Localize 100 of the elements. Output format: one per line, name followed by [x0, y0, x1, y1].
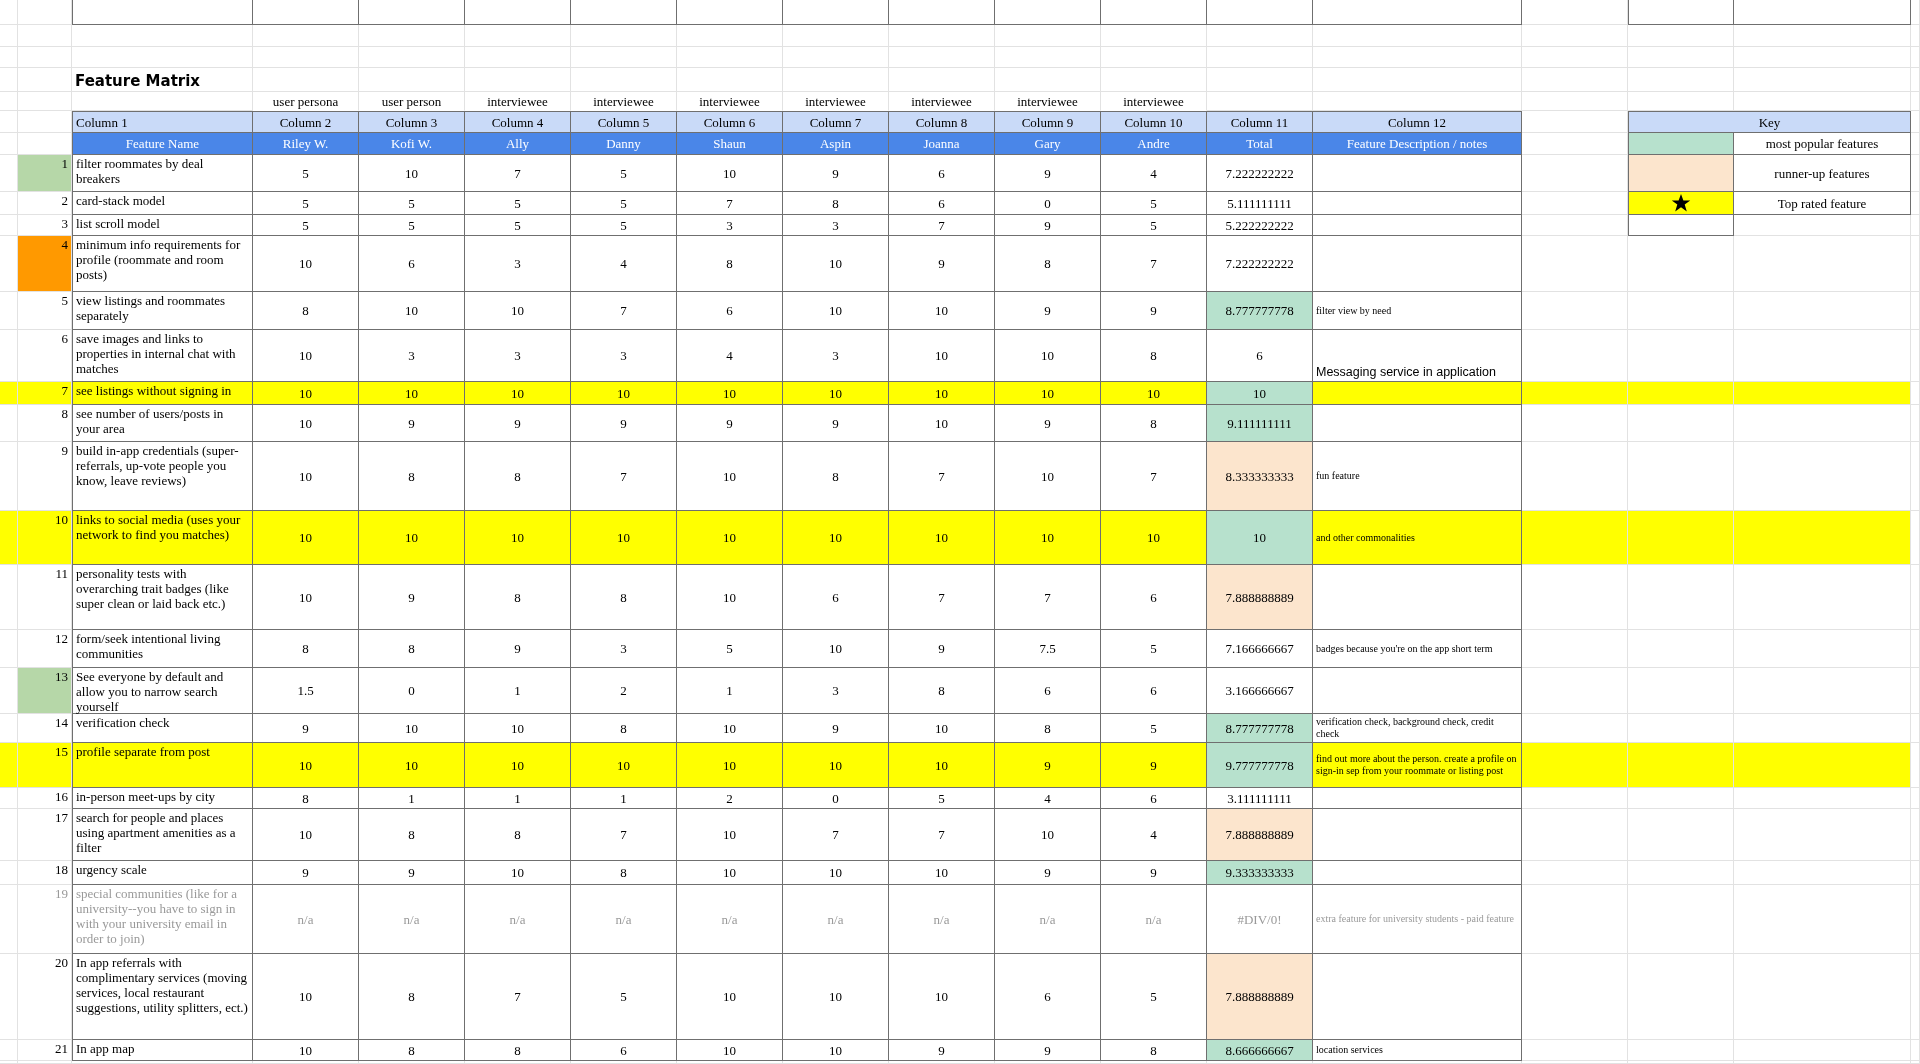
empty-cell: [1911, 330, 1920, 382]
score-cell: 5: [677, 630, 783, 668]
score-cell: 9: [783, 155, 889, 192]
score-cell: 10: [677, 861, 783, 885]
score-cell: n/a: [889, 885, 995, 954]
score-cell: 10: [889, 405, 995, 442]
score-cell: 6: [571, 1040, 677, 1061]
column-header: Column 10: [1101, 111, 1207, 133]
score-cell: 10: [783, 292, 889, 330]
column-header: Column 11: [1207, 111, 1313, 133]
score-cell: 10: [253, 565, 359, 630]
field-header: Joanna: [889, 133, 995, 155]
empty-cell: [1911, 565, 1920, 630]
empty-cell: [1911, 511, 1920, 565]
score-cell: 10: [677, 743, 783, 788]
score-cell: 10: [359, 155, 465, 192]
score-cell: 4: [571, 236, 677, 292]
score-cell: n/a: [253, 885, 359, 954]
empty-cell: [0, 25, 18, 47]
score-cell: 10: [677, 565, 783, 630]
score-cell: 8: [783, 192, 889, 215]
score-cell: 5: [1101, 630, 1207, 668]
score-cell: 4: [1101, 155, 1207, 192]
score-cell: 7.5: [995, 630, 1101, 668]
score-cell: 10: [889, 511, 995, 565]
score-cell: 10: [253, 382, 359, 405]
column-header: Column 6: [677, 111, 783, 133]
empty-cell: [1911, 236, 1920, 292]
score-cell: 5: [571, 155, 677, 192]
score-cell: 10: [1101, 382, 1207, 405]
score-cell: n/a: [465, 885, 571, 954]
score-cell: 8: [359, 1040, 465, 1061]
score-cell: 6: [677, 292, 783, 330]
row-number: 4: [18, 236, 72, 292]
score-cell: 10: [995, 511, 1101, 565]
score-cell: 5: [253, 215, 359, 236]
row-number: 8: [18, 405, 72, 442]
score-cell: 10: [783, 861, 889, 885]
feature-name-cell: see number of users/posts in your area: [72, 405, 253, 442]
empty-cell: [18, 25, 72, 47]
score-cell: 8: [995, 236, 1101, 292]
row-number: 13: [18, 668, 72, 714]
total-cell: 7.166666667: [1207, 630, 1313, 668]
sheet-title: Feature Matrix: [72, 68, 253, 92]
feature-name-cell: urgency scale: [72, 861, 253, 885]
feature-name-cell: view listings and roommates separately: [72, 292, 253, 330]
row-number: 17: [18, 809, 72, 861]
column-header: Column 5: [571, 111, 677, 133]
score-cell: 9: [783, 405, 889, 442]
total-cell: 7.888888889: [1207, 954, 1313, 1040]
score-cell: 7: [889, 809, 995, 861]
empty-cell: [1911, 885, 1920, 954]
row-number: 5: [18, 292, 72, 330]
feature-name-cell: search for people and places using apartment amenities as a filter: [72, 809, 253, 861]
empty-cell: [0, 92, 18, 111]
score-cell: 10: [359, 511, 465, 565]
feature-name-cell: profile separate from post: [72, 743, 253, 788]
score-cell: 0: [783, 788, 889, 809]
field-header: Gary: [995, 133, 1101, 155]
score-cell: 10: [783, 382, 889, 405]
total-cell: 8.777777778: [1207, 714, 1313, 743]
empty-cell: [0, 215, 18, 236]
score-cell: n/a: [677, 885, 783, 954]
score-cell: 10: [995, 809, 1101, 861]
empty-cell: [0, 292, 18, 330]
row-number: 21: [18, 1040, 72, 1061]
empty-cell: [1911, 133, 1920, 155]
total-cell: 9.333333333: [1207, 861, 1313, 885]
score-cell: 5: [571, 215, 677, 236]
empty-cell: [1911, 47, 1920, 68]
score-cell: 7: [889, 565, 995, 630]
score-cell: 8: [253, 292, 359, 330]
empty-cell: [18, 0, 72, 25]
score-cell: 9: [465, 630, 571, 668]
score-cell: 10: [359, 382, 465, 405]
score-cell: 9: [571, 405, 677, 442]
score-cell: 10: [783, 630, 889, 668]
score-cell: 9: [359, 405, 465, 442]
row-number: 1: [18, 155, 72, 192]
note-cell: extra feature for university students - paid feature: [1313, 885, 1522, 954]
total-cell: 8.777777778: [1207, 292, 1313, 330]
key-header: Key: [1628, 111, 1911, 133]
score-cell: 5: [571, 192, 677, 215]
column-header: Column 2: [253, 111, 359, 133]
score-cell: 3: [783, 215, 889, 236]
empty-cell: [0, 382, 18, 405]
score-cell: 5: [465, 192, 571, 215]
feature-name-cell: links to social media (uses your network to find you matches): [72, 511, 253, 565]
score-cell: 10: [253, 236, 359, 292]
score-cell: 10: [571, 382, 677, 405]
score-cell: 8: [889, 668, 995, 714]
row-number: 15: [18, 743, 72, 788]
score-cell: 3: [571, 630, 677, 668]
score-cell: 5: [253, 192, 359, 215]
score-cell: 10: [1101, 511, 1207, 565]
feature-name-cell: card-stack model: [72, 192, 253, 215]
score-cell: 9: [253, 861, 359, 885]
score-cell: 8: [571, 861, 677, 885]
score-cell: 0: [359, 668, 465, 714]
empty-cell: [0, 1040, 18, 1061]
